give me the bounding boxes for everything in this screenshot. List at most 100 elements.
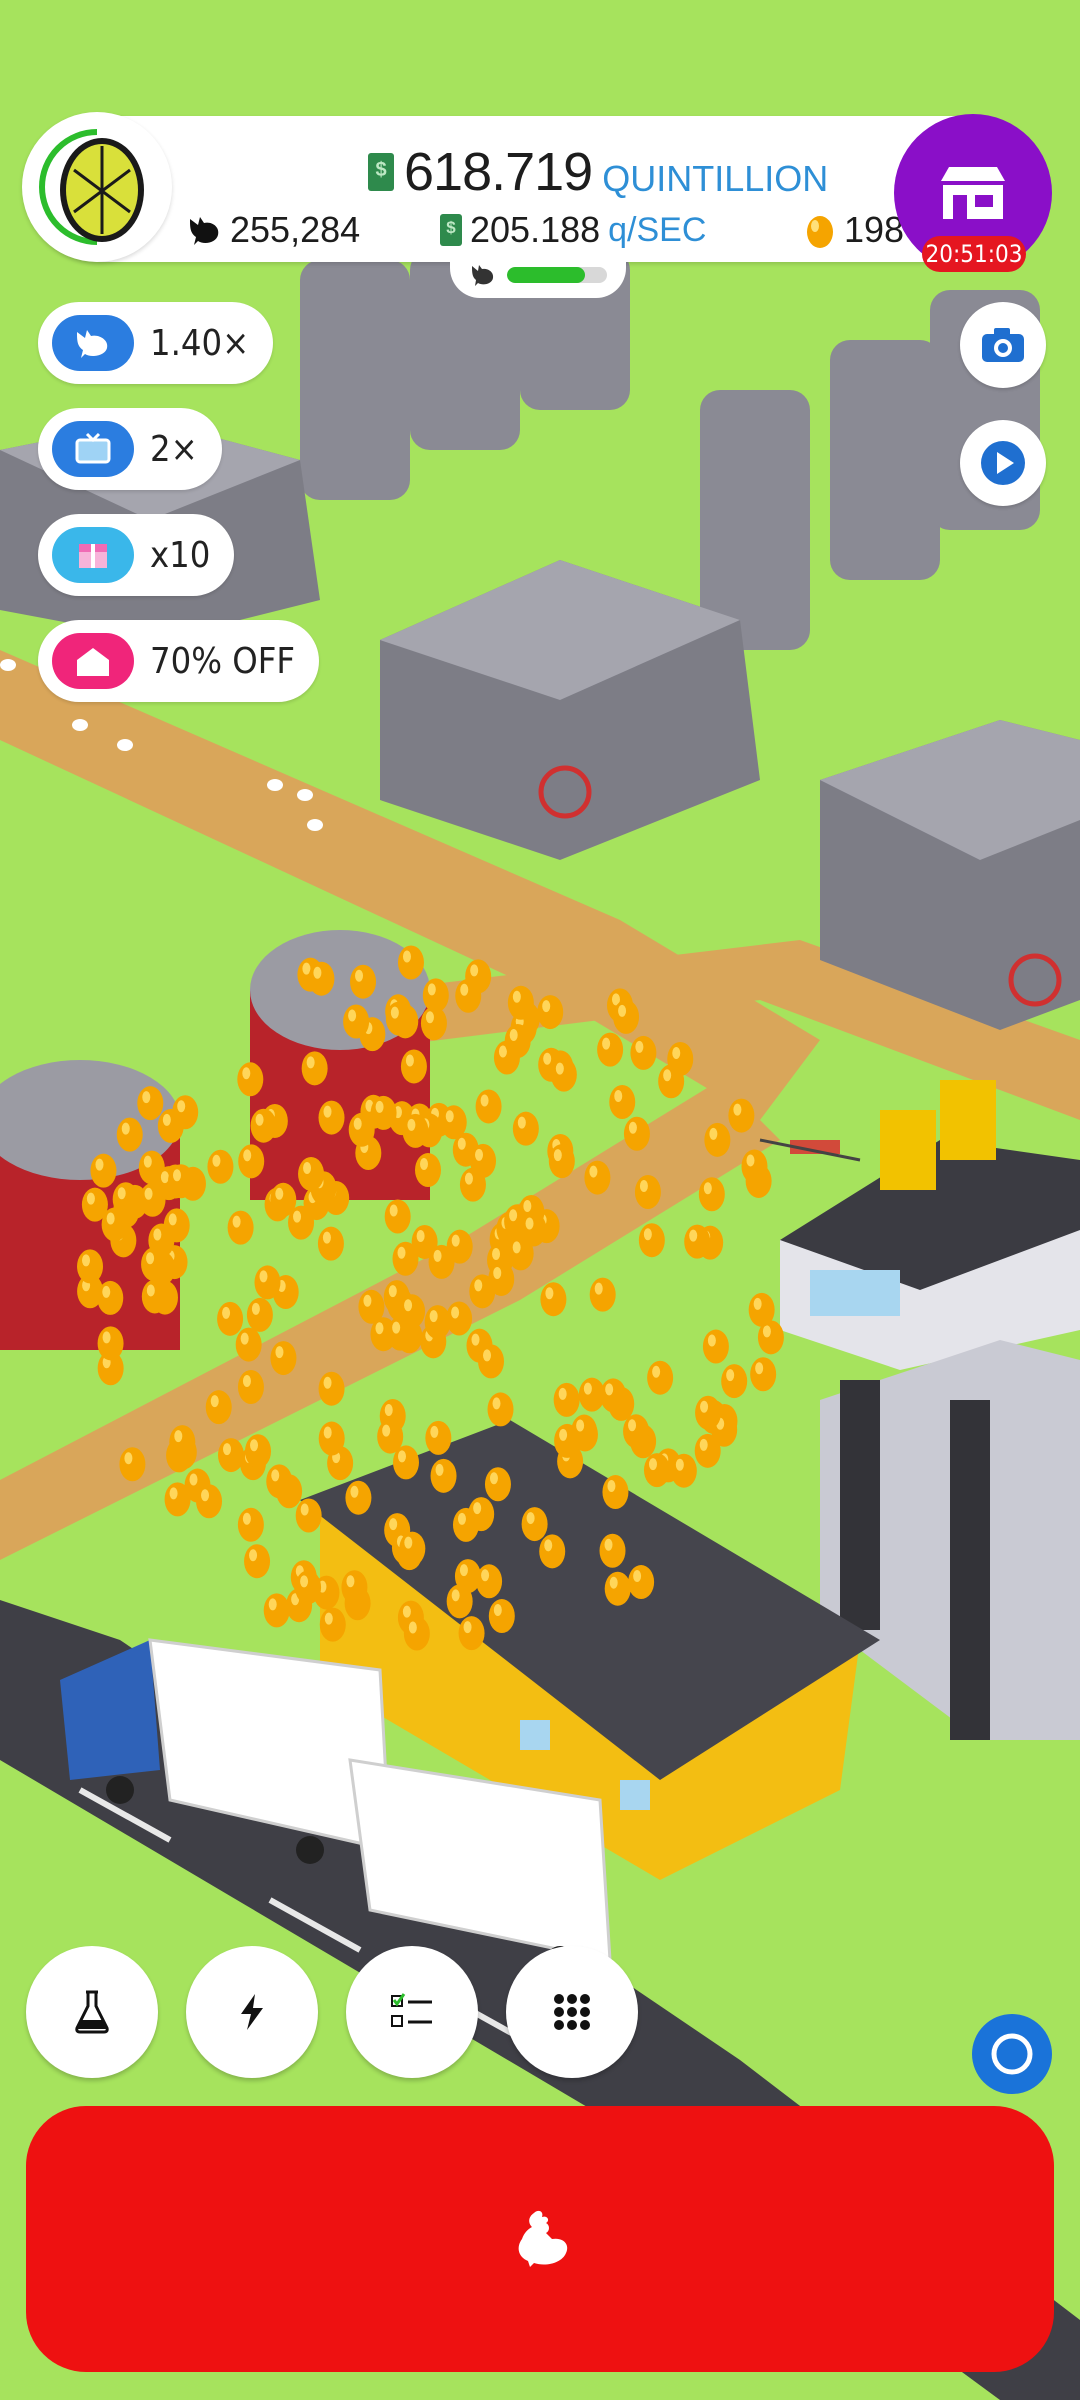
boost-label: 70% OFF (150, 640, 296, 682)
golden-egg (440, 1105, 467, 1140)
golden-egg (116, 1117, 143, 1152)
golden-egg (270, 1341, 297, 1376)
golden-egg (90, 1153, 117, 1188)
chicken-count-value: 255,284 (230, 209, 361, 250)
camera-icon (982, 328, 1024, 362)
golden-egg (430, 1458, 457, 1493)
golden-egg (402, 1113, 429, 1148)
golden-egg (164, 1482, 191, 1517)
golden-egg-value: 198 (844, 209, 905, 250)
golden-egg (658, 1064, 685, 1099)
hatchery-capacity[interactable] (450, 252, 626, 298)
tv-ad-icon (52, 421, 134, 477)
golden-egg (237, 1062, 264, 1097)
golden-egg (540, 1282, 567, 1317)
golden-egg (377, 1419, 404, 1454)
quests-button[interactable] (346, 1946, 478, 2078)
golden-egg (266, 1464, 293, 1499)
golden-egg (263, 1593, 290, 1628)
golden-egg (634, 1174, 661, 1209)
golden-egg (250, 1108, 277, 1143)
golden-egg (237, 1507, 264, 1542)
assistive-touch-button[interactable] (972, 2014, 1052, 2094)
golden-egg (196, 1484, 223, 1519)
golden-egg (218, 1438, 245, 1473)
menu-button[interactable] (506, 1946, 638, 2078)
golden-egg (428, 1244, 455, 1279)
golden-egg (318, 1100, 345, 1135)
golden-egg (721, 1364, 748, 1399)
golden-egg (484, 1467, 511, 1502)
chicken-count: 255,284 (186, 208, 360, 252)
golden-egg (397, 945, 424, 980)
boost-button[interactable] (186, 1946, 318, 2078)
golden-egg (704, 1122, 731, 1157)
golden-egg (741, 1149, 768, 1184)
income-value: 205.188 (470, 209, 601, 250)
golden-egg (623, 1414, 650, 1449)
boost-discount[interactable]: 70% OFF (38, 620, 320, 702)
quests-icon (391, 1993, 432, 2027)
video-button[interactable] (960, 420, 1046, 506)
golden-egg (602, 1475, 629, 1510)
golden-egg (345, 1480, 372, 1515)
research-button[interactable] (26, 1946, 158, 2078)
golden-egg-small-icon (807, 216, 833, 248)
golden-egg (420, 1006, 447, 1041)
income-rate: 205.188 q/SEC (440, 208, 706, 252)
golden-egg (244, 1544, 271, 1579)
golden-egg (172, 1095, 199, 1130)
golden-egg (317, 1226, 344, 1261)
golden-egg (478, 1344, 505, 1379)
golden-egg (507, 985, 534, 1020)
shop-timer: 20:51:03 (922, 236, 1026, 272)
golden-egg (643, 1453, 670, 1488)
hatch-chicken-button[interactable] (26, 2106, 1054, 2372)
golden-egg (384, 1199, 411, 1234)
golden-egg (169, 1425, 196, 1460)
golden-egg (470, 1143, 497, 1178)
golden-egg (298, 1156, 325, 1191)
golden-egg (77, 1249, 104, 1284)
store-icon (941, 167, 1005, 219)
golden-egg-count: 198 (804, 206, 904, 254)
golden-egg (684, 1224, 711, 1259)
golden-egg (550, 1057, 577, 1092)
golden-egg (399, 1531, 426, 1566)
golden-egg (205, 1390, 232, 1425)
golden-egg (319, 1607, 346, 1642)
golden-egg (370, 1095, 397, 1130)
golden-egg-icon (39, 129, 144, 245)
golden-egg (246, 1297, 273, 1332)
golden-egg (455, 978, 482, 1013)
golden-egg (245, 1434, 272, 1469)
golden-egg (385, 1001, 412, 1036)
golden-egg (476, 1564, 503, 1599)
golden-egg (308, 961, 335, 996)
golden-egg (167, 1164, 194, 1199)
boost-ad-multiplier[interactable]: 2× (38, 408, 222, 490)
golden-egg (584, 1160, 611, 1195)
golden-egg (728, 1098, 755, 1133)
golden-egg (512, 1111, 539, 1146)
golden-egg (623, 1116, 650, 1151)
boost-label: 2× (150, 428, 198, 470)
golden-egg (112, 1182, 139, 1217)
golden-egg (578, 1377, 605, 1412)
golden-egg (387, 1316, 414, 1351)
golden-egg (488, 1599, 515, 1634)
golden-egg (343, 1004, 370, 1039)
research-icon (75, 1990, 109, 2034)
play-icon (981, 441, 1025, 485)
boost-gift[interactable]: x10 (38, 514, 235, 596)
golden-egg (254, 1265, 281, 1300)
golden-egg (318, 1421, 345, 1456)
boost-chicken-multiplier[interactable]: 1.40× (38, 302, 274, 384)
golden-egg (119, 1447, 146, 1482)
golden-egg-badge[interactable] (22, 112, 172, 262)
cash-icon (440, 214, 462, 246)
golden-egg (638, 1223, 665, 1258)
chicken-boost-icon (52, 315, 134, 371)
golden-egg (137, 1086, 164, 1121)
camera-button[interactable] (960, 302, 1046, 388)
